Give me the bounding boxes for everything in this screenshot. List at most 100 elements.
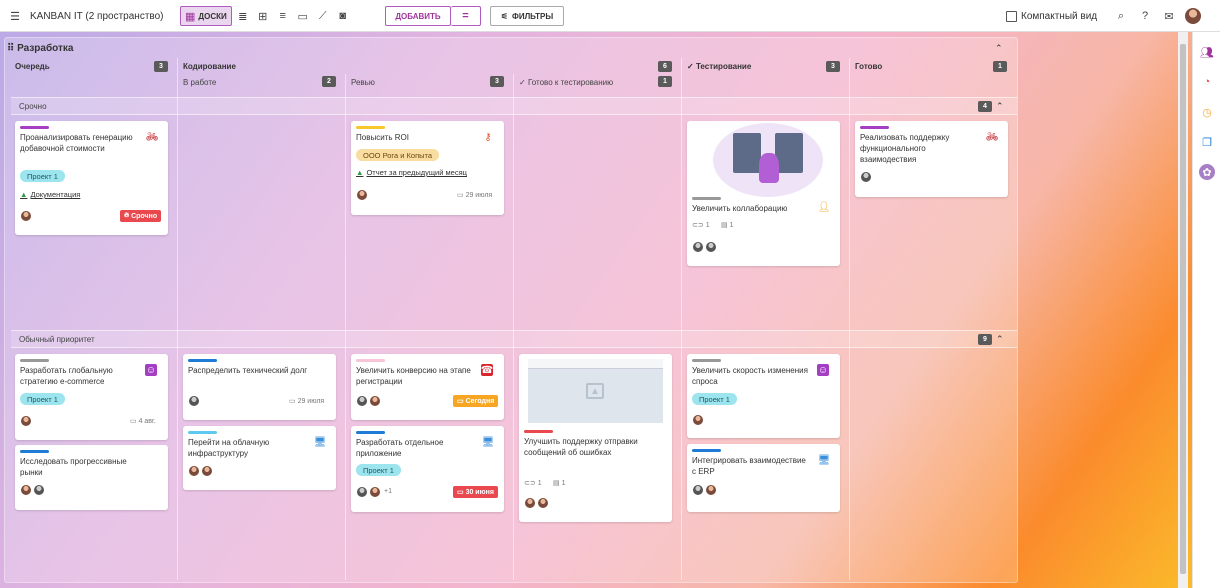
- card-title: Реализовать поддержку функционального вз…: [860, 133, 950, 164]
- add-button[interactable]: ДОБАВИТЬ: [385, 6, 451, 26]
- tag-project[interactable]: Проект 1: [356, 464, 401, 476]
- avatar[interactable]: [201, 465, 213, 477]
- copy-icon[interactable]: ❐: [1199, 134, 1215, 150]
- avatar[interactable]: [369, 395, 381, 407]
- card-title: Исследовать прогрессивные рынки: [20, 457, 127, 477]
- lane-urgent[interactable]: Срочно 4 ⌃: [11, 97, 1017, 115]
- task-card[interactable]: Разработать отдельное приложение 🖥︎ Прое…: [351, 426, 504, 512]
- task-card[interactable]: Разработать глобальную стратегию e-comme…: [15, 354, 168, 440]
- chart-icon[interactable]: ⟋: [314, 7, 332, 25]
- task-card[interactable]: Исследовать прогрессивные рынки: [15, 445, 168, 510]
- avatar[interactable]: [20, 484, 32, 496]
- right-sidebar: 👥︎ ◔ ◷ ❐ ✿: [1192, 32, 1220, 588]
- avatar[interactable]: [860, 171, 872, 183]
- doc-link[interactable]: ▲ Документация: [20, 190, 80, 199]
- task-card[interactable]: Повысить ROI ⚷ ООО Рога и Копыта ▲ Отчет …: [351, 121, 504, 215]
- avatar[interactable]: [188, 395, 200, 407]
- calendar-icon: ▭: [130, 418, 137, 425]
- avatar[interactable]: [188, 465, 200, 477]
- avatar[interactable]: [369, 486, 381, 498]
- collapse-board-icon[interactable]: ⌃: [995, 43, 1003, 54]
- search-icon[interactable]: ⌕: [1112, 7, 1130, 25]
- avatar[interactable]: [692, 414, 704, 426]
- column-done: Готово: [855, 62, 883, 71]
- scrollbar-thumb[interactable]: [1180, 44, 1186, 574]
- avatar[interactable]: [705, 241, 717, 253]
- attach-count: 1: [705, 222, 710, 229]
- archive-icon[interactable]: ◙: [334, 7, 352, 25]
- app-icon[interactable]: ✿: [1199, 164, 1215, 180]
- avatar[interactable]: [356, 189, 368, 201]
- collapse-lane-icon[interactable]: ⌃: [996, 101, 1004, 112]
- comment-count: 1: [729, 222, 734, 229]
- task-card[interactable]: Интегрировать взаимодествие с ERP 🖥︎: [687, 444, 840, 512]
- task-card[interactable]: Перейти на облачную инфраструктуру 🖥︎: [183, 426, 336, 490]
- drag-handle-icon[interactable]: ⠿: [7, 43, 14, 54]
- avatar[interactable]: [705, 484, 717, 496]
- column-count: 1: [993, 61, 1007, 72]
- lane-count: 9: [978, 334, 992, 345]
- app-title: KANBAN IT (2 пространство): [30, 10, 164, 22]
- add-dropdown-button[interactable]: =: [451, 6, 481, 26]
- task-card[interactable]: Распределить технический долг ▭ 29 июля: [183, 354, 336, 420]
- help-icon[interactable]: ?: [1136, 7, 1154, 25]
- avatar[interactable]: [692, 484, 704, 496]
- timer-icon[interactable]: ◔: [1199, 74, 1215, 90]
- user-avatar[interactable]: [1184, 7, 1202, 25]
- grid-view-icon[interactable]: ⊞: [254, 7, 272, 25]
- bike-icon: 🚲︎: [985, 131, 999, 143]
- card-title: Увеличить скорость изменения спроса: [692, 366, 808, 386]
- lane-count: 4: [978, 101, 992, 112]
- column-review: Ревью: [351, 78, 375, 87]
- collapse-lane-icon[interactable]: ⌃: [996, 334, 1004, 345]
- boards-button[interactable]: ▦ ДОСКИ: [180, 6, 232, 26]
- key-icon: ⚷: [484, 131, 492, 143]
- calendar-icon[interactable]: ▭: [294, 7, 312, 25]
- report-link[interactable]: ▲ Отчет за предыдущий месяц: [356, 168, 467, 177]
- card-title: Улучшить поддержку отправки сообщений об…: [524, 437, 638, 457]
- column-coding: Кодирование: [183, 62, 236, 71]
- lane-title: Обычный приоритет: [19, 335, 95, 344]
- compact-checkbox[interactable]: [1006, 10, 1017, 22]
- calendar-icon: ▭: [457, 489, 464, 496]
- avatar[interactable]: [537, 497, 549, 509]
- sort-icon[interactable]: ≡: [274, 7, 292, 25]
- tag-project[interactable]: Проект 1: [692, 393, 737, 405]
- check-icon: ✓: [519, 78, 526, 87]
- history-icon[interactable]: ◷: [1199, 104, 1215, 120]
- compact-label: Компактный вид: [1021, 10, 1098, 22]
- task-card[interactable]: Увеличить конверсию на этапе регистрации…: [351, 354, 504, 420]
- avatar[interactable]: [692, 241, 704, 253]
- tag-org[interactable]: ООО Рога и Копыта: [356, 149, 440, 161]
- avatar[interactable]: [20, 415, 32, 427]
- avatar[interactable]: [33, 484, 45, 496]
- avatar[interactable]: [356, 486, 368, 498]
- menu-icon[interactable]: ☰: [6, 7, 24, 25]
- avatar[interactable]: [524, 497, 536, 509]
- drive-icon: ▲: [356, 168, 364, 177]
- task-card[interactable]: Увеличить скорость изменения спроса ☺ Пр…: [687, 354, 840, 438]
- tag-project[interactable]: Проект 1: [20, 170, 65, 182]
- robot-icon: ☺: [145, 364, 157, 376]
- tag-project[interactable]: Проект 1: [20, 393, 65, 405]
- due-date: 29 июля: [297, 398, 325, 405]
- filters-button[interactable]: ⚟ ФИЛЬТРЫ: [490, 6, 564, 26]
- lane-normal[interactable]: Обычный приоритет 9 ⌃: [11, 330, 1017, 348]
- today-badge: ▭ Сегодня: [453, 395, 499, 407]
- monitor-icon: 🖥︎: [817, 454, 831, 466]
- avatar[interactable]: [356, 395, 368, 407]
- filters-label: ФИЛЬТРЫ: [511, 11, 554, 21]
- list-view-icon[interactable]: ≣: [234, 7, 252, 25]
- attach-count: 1: [537, 480, 542, 487]
- mail-icon[interactable]: ✉: [1160, 7, 1178, 25]
- illustration: [713, 123, 823, 197]
- avatar[interactable]: [20, 210, 32, 222]
- task-card[interactable]: Проанализировать генерацию добавочной ст…: [15, 121, 168, 235]
- task-card[interactable]: Увеличить коллаборацию 👤︎ ⊂⊃ 1 ▤ 1: [687, 121, 840, 266]
- column-count: 1: [658, 76, 672, 87]
- task-card[interactable]: ▲ Улучшить поддержку отправки сообщений …: [519, 354, 672, 522]
- users-icon[interactable]: 👥︎: [1199, 44, 1215, 60]
- comment-icon: ▤: [553, 480, 560, 487]
- overdue-badge: ▭ 30 июня: [453, 486, 498, 498]
- task-card[interactable]: Реализовать поддержку функционального вз…: [855, 121, 1008, 197]
